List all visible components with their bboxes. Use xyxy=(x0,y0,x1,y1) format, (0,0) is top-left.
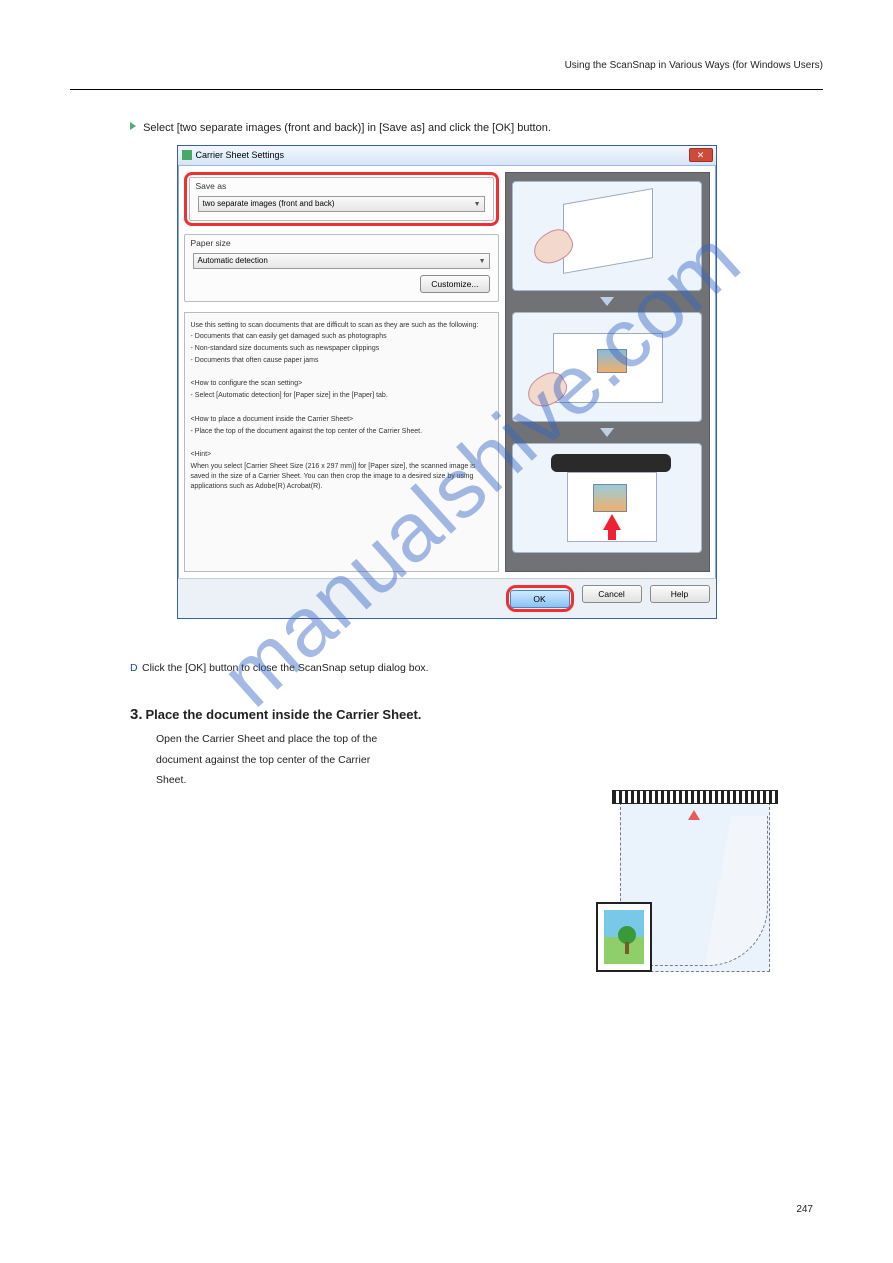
arrow-icon xyxy=(130,122,136,130)
help-button[interactable]: Help xyxy=(650,585,710,603)
dialog-footer: OK Cancel Help xyxy=(178,578,716,618)
chevron-down-icon xyxy=(600,297,614,306)
paper-size-select[interactable]: Automatic detection xyxy=(193,253,490,269)
illustration-step1 xyxy=(512,181,702,291)
ok-highlight: OK xyxy=(506,585,574,612)
close-icon[interactable]: ✕ xyxy=(689,148,713,162)
ok-button[interactable]: OK xyxy=(510,590,570,608)
dialog-titlebar[interactable]: Carrier Sheet Settings ✕ xyxy=(178,146,716,166)
chevron-down-icon xyxy=(600,428,614,437)
save-as-label: Save as xyxy=(196,181,227,191)
illustration-step3 xyxy=(512,443,702,553)
paper-size-label: Paper size xyxy=(191,238,231,248)
header-section-title: Using the ScanSnap in Various Ways (for … xyxy=(565,60,823,71)
page-body-text: DClick the [OK] button to close the Scan… xyxy=(130,660,770,789)
save-as-highlight: Save as two separate images (front and b… xyxy=(184,172,499,226)
dialog-title: Carrier Sheet Settings xyxy=(196,150,285,160)
app-icon xyxy=(182,150,192,160)
step-title: Place the document inside the Carrier Sh… xyxy=(145,707,421,722)
step-number: 3. xyxy=(130,706,143,723)
page-number: 247 xyxy=(796,1204,813,1215)
carrier-sheet-dialog: Carrier Sheet Settings ✕ Save as two sep… xyxy=(177,145,717,619)
step-intro: Select [two separate images (front and b… xyxy=(130,120,823,137)
illustration-panel xyxy=(505,172,710,572)
cancel-button[interactable]: Cancel xyxy=(582,585,642,603)
illustration-step2 xyxy=(512,312,702,422)
customize-button[interactable]: Customize... xyxy=(420,275,489,293)
instructions-panel: Use this setting to scan documents that … xyxy=(184,312,499,572)
carrier-sheet-figure xyxy=(598,790,803,1000)
save-as-select[interactable]: two separate images (front and back) xyxy=(198,196,485,212)
